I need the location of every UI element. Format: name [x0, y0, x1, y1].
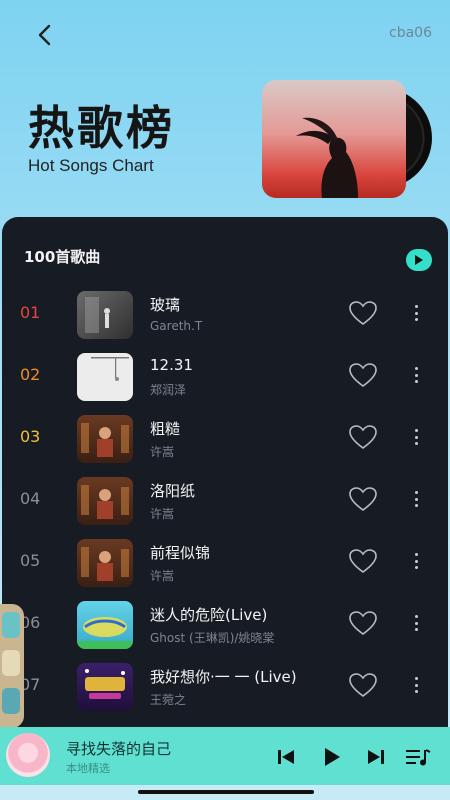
heart-icon [349, 425, 377, 449]
song-artist: 王菀之 [150, 693, 187, 707]
play-icon [325, 748, 340, 766]
song-artist: 许嵩 [150, 507, 175, 521]
skip-previous-icon [278, 750, 294, 764]
song-row[interactable]: 02 12.31 郑润泽 [2, 350, 448, 406]
song-title: 我好想你·一 一 (Live) [150, 668, 297, 686]
like-button[interactable] [348, 486, 378, 512]
heart-icon [349, 673, 377, 697]
song-thumbnail [77, 291, 133, 339]
more-dots-icon [414, 677, 418, 680]
now-playing-artwork [6, 733, 50, 777]
song-thumbnail [77, 477, 133, 525]
song-row[interactable]: 07 我好想你·一 一 (Live) 王菀之 [2, 660, 448, 716]
playlist-icon [406, 749, 431, 766]
like-button[interactable] [348, 548, 378, 574]
play-all-button[interactable] [406, 249, 432, 271]
song-thumbnail [77, 663, 133, 711]
heart-icon [349, 487, 377, 511]
song-title: 玻璃 [150, 296, 181, 314]
more-dots-icon [414, 553, 418, 556]
song-rank: 04 [20, 489, 41, 508]
like-button[interactable] [348, 672, 378, 698]
home-indicator [138, 790, 314, 794]
more-options-button[interactable] [409, 300, 423, 326]
previous-button[interactable] [275, 745, 297, 769]
page-title: 热歌榜 [28, 101, 175, 155]
song-rank: 02 [20, 365, 41, 384]
more-dots-icon [414, 615, 418, 618]
song-thumbnail [77, 601, 133, 649]
song-title: 粗糙 [150, 420, 181, 438]
next-button[interactable] [365, 745, 387, 769]
song-artist: Gareth.T [150, 319, 203, 333]
song-artist: 许嵩 [150, 445, 175, 459]
play-icon [415, 255, 423, 265]
song-thumbnail [77, 415, 133, 463]
more-dots-icon [414, 305, 418, 308]
song-rank: 05 [20, 551, 41, 570]
song-row[interactable]: 05 前程似锦 许嵩 [2, 536, 448, 592]
more-dots-icon [414, 367, 418, 370]
song-count-label: 100首歌曲 [24, 248, 101, 266]
song-row[interactable]: 06 迷人的危险(Live) Ghost (王琳凯)/姚晓棠 [2, 598, 448, 654]
app-screen: cba06 热歌榜 Hot Songs Chart 100首歌曲 01 玻璃 G… [0, 0, 450, 800]
more-options-button[interactable] [409, 424, 423, 450]
more-options-button[interactable] [409, 548, 423, 574]
user-id-label: cba06 [389, 25, 432, 41]
song-title: 12.31 [150, 356, 193, 374]
chart-cover [262, 80, 440, 198]
song-thumbnail [77, 539, 133, 587]
song-title: 前程似锦 [150, 544, 211, 562]
like-button[interactable] [348, 610, 378, 636]
song-title: 迷人的危险(Live) [150, 606, 268, 624]
page-subtitle: Hot Songs Chart [28, 156, 154, 175]
like-button[interactable] [348, 300, 378, 326]
song-title: 洛阳纸 [150, 482, 196, 500]
song-row[interactable]: 01 玻璃 Gareth.T [2, 288, 448, 344]
song-rank: 01 [20, 303, 41, 322]
play-button[interactable] [320, 745, 344, 769]
song-list-panel: 100首歌曲 01 玻璃 Gareth.T 02 12.31 郑润泽 03 粗糙… [2, 217, 448, 737]
chevron-left-icon [38, 24, 51, 46]
song-artist: Ghost (王琳凯)/姚晓棠 [150, 631, 275, 645]
song-row[interactable]: 04 洛阳纸 许嵩 [2, 474, 448, 530]
like-button[interactable] [348, 424, 378, 450]
heart-icon [349, 549, 377, 573]
more-options-button[interactable] [409, 610, 423, 636]
now-playing-title: 寻找失落的自己 [66, 740, 172, 758]
more-options-button[interactable] [409, 486, 423, 512]
more-options-button[interactable] [409, 672, 423, 698]
heart-icon [349, 301, 377, 325]
floating-side-widget[interactable] [0, 604, 24, 728]
song-rank: 03 [20, 427, 41, 446]
heart-icon [349, 363, 377, 387]
back-button[interactable] [30, 20, 60, 50]
song-thumbnail [77, 353, 133, 401]
song-artist: 许嵩 [150, 569, 175, 583]
playlist-button[interactable] [405, 745, 431, 769]
more-dots-icon [414, 491, 418, 494]
cover-art-image [262, 80, 406, 198]
heart-icon [349, 611, 377, 635]
song-artist: 郑润泽 [150, 383, 187, 397]
mini-player[interactable]: 寻找失落的自己 本地精选 [0, 727, 450, 785]
skip-next-icon [368, 750, 384, 764]
more-dots-icon [414, 429, 418, 432]
song-row[interactable]: 03 粗糙 许嵩 [2, 412, 448, 468]
more-options-button[interactable] [409, 362, 423, 388]
now-playing-subtitle: 本地精选 [66, 762, 110, 775]
like-button[interactable] [348, 362, 378, 388]
